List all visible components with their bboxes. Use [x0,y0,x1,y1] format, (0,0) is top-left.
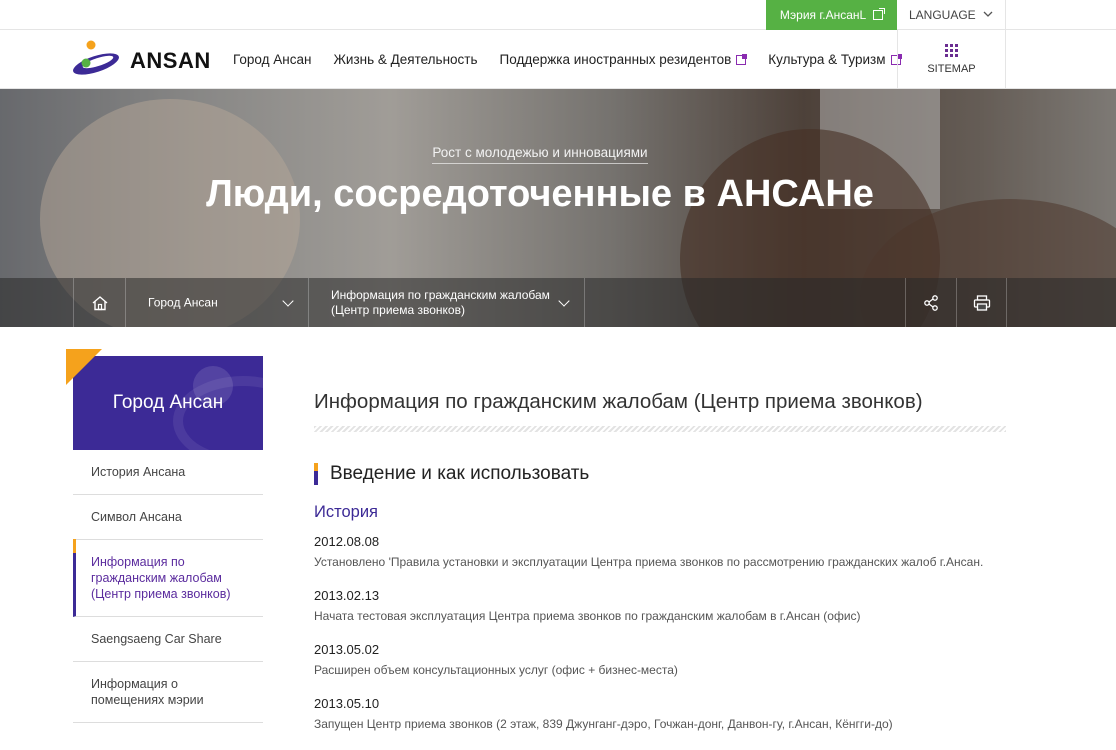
city-hall-link-label: Мэрия г.АнсанL [779,8,866,22]
external-link-icon [736,53,748,65]
breadcrumb: Город Ансан Информация по гражданским жа… [0,278,1116,327]
top-utility-bar: Мэрия г.АнсанL LANGUAGE [0,0,1116,30]
sidebar-item-symbol[interactable]: Символ Ансана [73,495,263,540]
nav-item-label: Город Ансан [233,51,312,67]
history-description: Начата тестовая эксплуатация Центра прие… [314,609,861,623]
section-title: Введение и как использовать [314,463,589,485]
title-divider [314,426,1006,432]
nav-item-culture[interactable]: Культура & Туризм [768,51,902,67]
share-button[interactable] [905,278,956,327]
home-button[interactable] [73,278,125,327]
breadcrumb-dropdown-level2[interactable]: Информация по гражданским жалобам (Центр… [308,278,585,327]
sitemap-button[interactable]: SITEMAP [897,30,1006,88]
sidebar-item-car-share[interactable]: Saengsaeng Car Share [73,617,263,662]
nav-item-life[interactable]: Жизнь & Деятельность [333,52,477,67]
language-label: LANGUAGE [908,8,976,22]
grid-icon [945,44,958,57]
print-button[interactable] [956,278,1007,327]
history-description: Запущен Центр приема звонков (2 этаж, 83… [314,717,893,731]
chevron-down-icon [983,11,993,17]
history-date: 2013.05.02 [314,642,380,657]
home-icon [92,295,107,310]
history-description: Установлено 'Правила установки и эксплуа… [314,555,984,569]
sitemap-label: SITEMAP [927,63,976,75]
history-date: 2013.02.13 [314,588,380,603]
logo-emblem-icon [73,40,119,75]
hero-subtitle: Рост с молодежью и инновациями [0,145,1080,164]
hero-title: Люди, сосредоточенные в АНСАНе [206,173,874,215]
breadcrumb-level1-label: Город Ансан [148,295,218,309]
language-dropdown[interactable]: LANGUAGE [897,0,1006,30]
page-title: Информация по гражданским жалобам (Центр… [314,390,923,413]
sidebar-menu: История Ансана Символ Ансана Информация … [73,450,263,723]
site-header: ANSAN Город Ансан Жизнь & Деятельность П… [0,30,1116,89]
history-entry: 2012.08.08 Установлено 'Правила установк… [314,534,1014,588]
hero-banner: Рост с молодежью и инновациями Люди, сос… [0,89,1116,327]
sidebar-item-history[interactable]: История Ансана [73,450,263,495]
sidebar-item-call-center[interactable]: Информация по гражданским жалобам (Центр… [73,539,263,617]
nav-item-city[interactable]: Город Ансан [233,52,311,67]
ansan-logo[interactable]: ANSAN [72,40,210,80]
nav-item-foreign-support[interactable]: Поддержка иностранных резидентов [499,51,748,67]
logo-text: ANSAN [130,48,211,73]
history-entry: 2013.02.13 Начата тестовая эксплуатация … [314,588,1014,642]
history-list: 2012.08.08 Установлено 'Правила установк… [314,534,1014,750]
breadcrumb-level2-label: Информация по гражданским жалобам (Центр… [331,287,550,317]
nav-item-label: Поддержка иностранных резидентов [499,51,732,67]
history-heading: История [314,503,378,521]
nav-item-label: Культура & Туризм [768,51,886,67]
sidebar-title: Город Ансан [112,392,224,413]
nav-item-label: Жизнь & Деятельность [333,51,478,67]
print-icon [973,294,990,311]
history-date: 2012.08.08 [314,534,380,549]
breadcrumb-dropdown-level1[interactable]: Город Ансан [125,278,308,327]
chevron-down-icon [558,295,570,307]
history-entry: 2013.05.02 Расширен объем консультационн… [314,642,1014,696]
history-description: Расширен объем консультационных услуг (о… [314,663,678,677]
sidebar-item-facilities[interactable]: Информация о помещениях мэрии [73,662,263,723]
share-icon [924,294,938,311]
history-date: 2013.05.10 [314,696,380,711]
sidebar-corner-accent [66,349,102,385]
city-hall-link[interactable]: Мэрия г.АнсанL [766,0,897,30]
external-link-icon [873,8,886,20]
main-nav: Город Ансан Жизнь & Деятельность Поддерж… [233,30,923,88]
history-entry: 2013.05.10 Запущен Центр приема звонков … [314,696,1014,750]
chevron-down-icon [282,295,294,307]
